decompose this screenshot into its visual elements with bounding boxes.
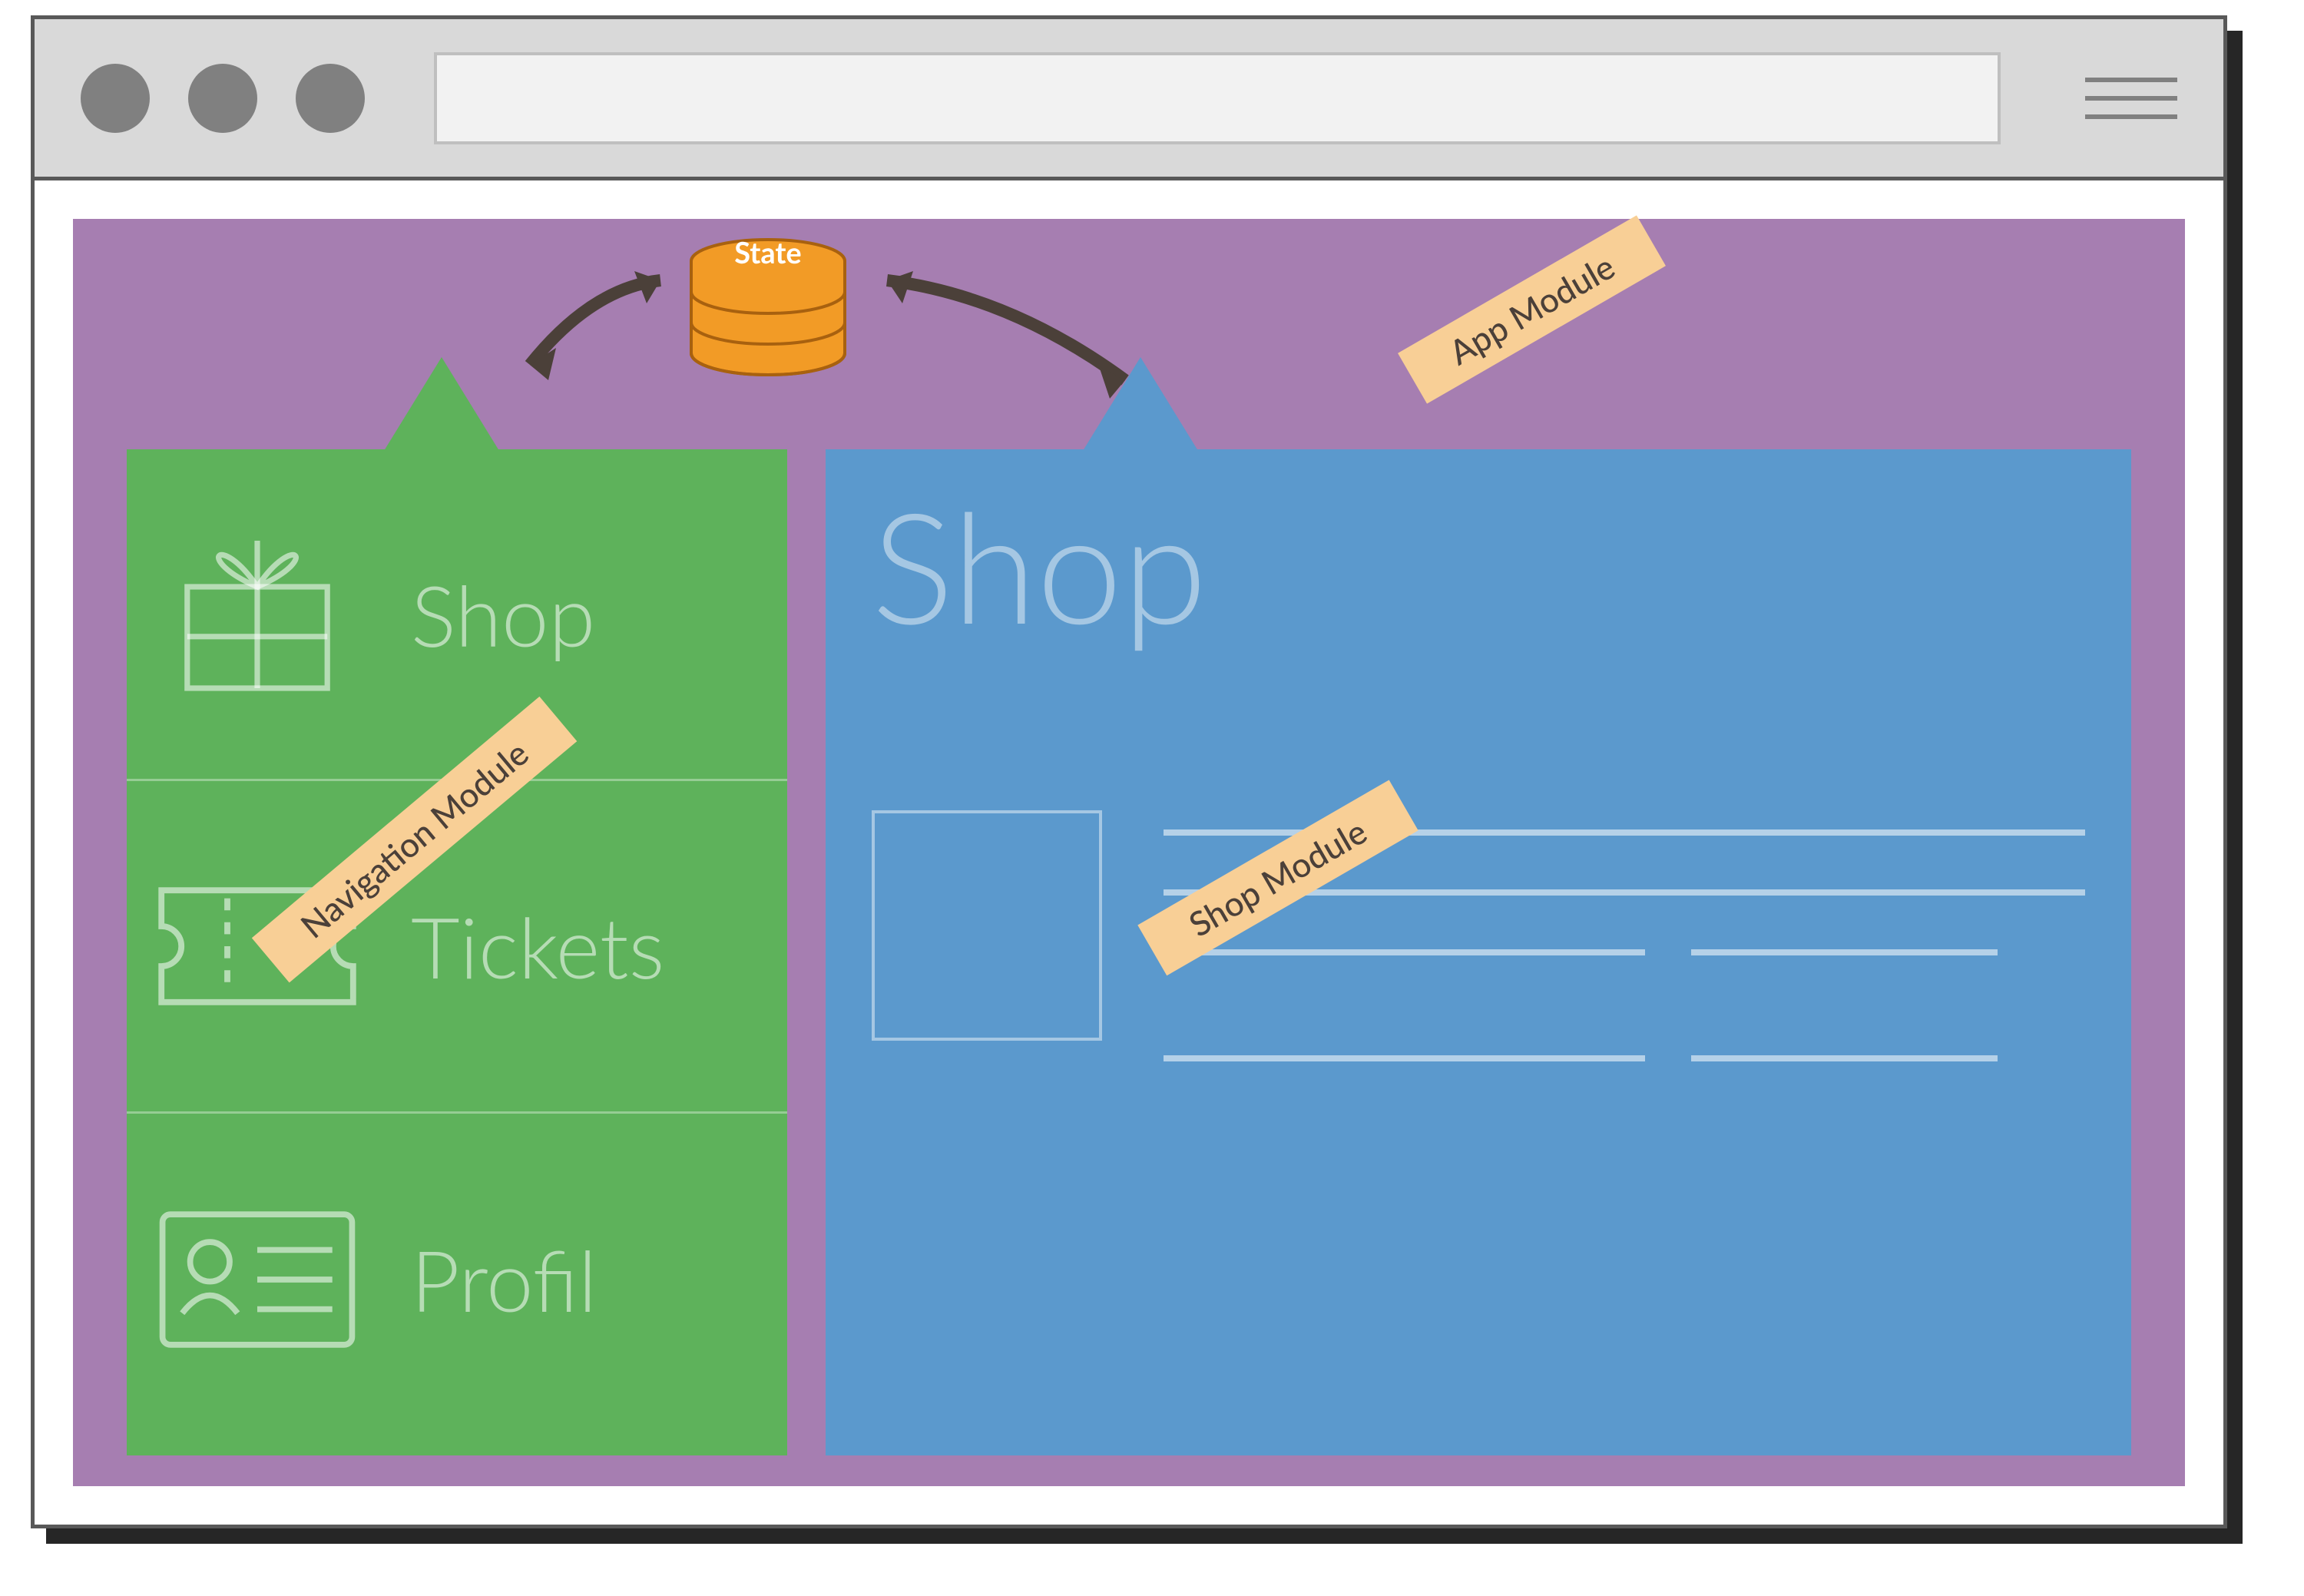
window-controls [81, 64, 365, 133]
arrow-left-icon [499, 265, 676, 396]
shop-module: Shop [826, 449, 2131, 1455]
nav-item-label: Profil [411, 1229, 597, 1330]
shop-content [872, 810, 2085, 1061]
browser-window: State [31, 15, 2227, 1528]
product-thumbnail [872, 810, 1102, 1041]
app-module-label: App Module [1398, 215, 1666, 403]
menu-icon [2085, 78, 2177, 119]
gift-icon [157, 515, 357, 714]
state-label: State [687, 235, 849, 270]
nav-item-label: Tickets [411, 896, 664, 997]
navigation-module: Shop Tickets [127, 449, 787, 1455]
nav-pointer [380, 357, 503, 457]
address-bar [434, 52, 2001, 144]
window-dot [81, 64, 150, 133]
shop-pointer [1079, 357, 1202, 457]
app-module-area: State [73, 219, 2185, 1486]
nav-item-profil: Profil [127, 1114, 787, 1445]
window-dot [188, 64, 257, 133]
nav-item-shop: Shop [127, 449, 787, 781]
architecture-diagram: State [31, 15, 2273, 1551]
shop-heading: Shop [872, 472, 2085, 657]
id-card-icon [157, 1180, 357, 1379]
state-store: State [687, 238, 849, 395]
nav-item-label: Shop [411, 564, 595, 665]
browser-titlebar [35, 19, 2223, 180]
window-dot [296, 64, 365, 133]
